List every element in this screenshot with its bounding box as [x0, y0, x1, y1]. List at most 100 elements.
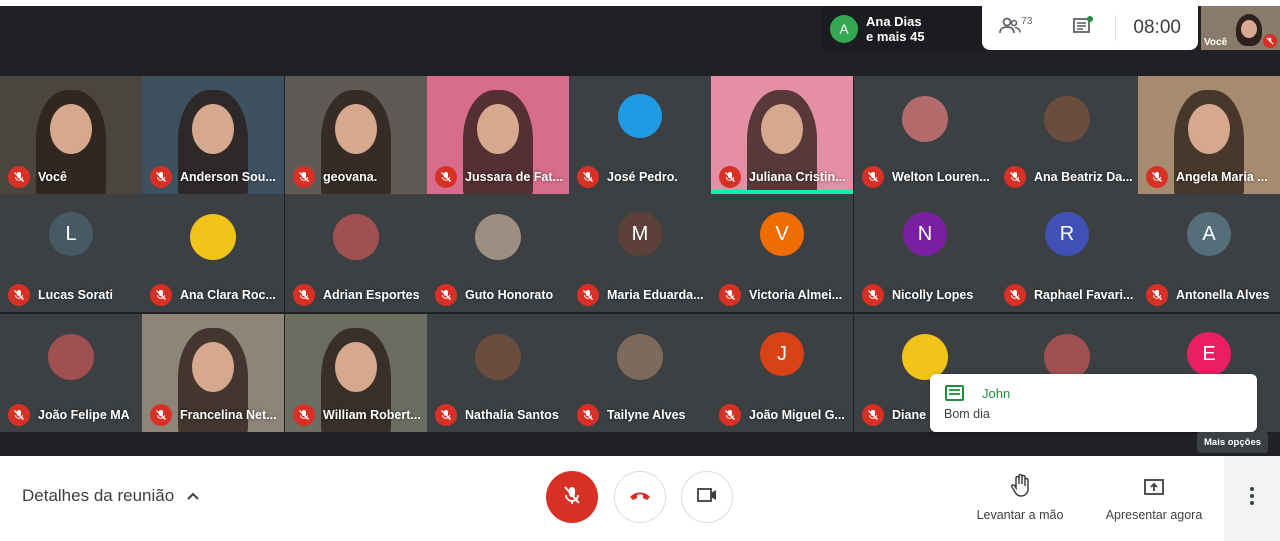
mic-off-icon — [150, 404, 172, 426]
clock: 08:00 — [1133, 17, 1181, 38]
participant-tile[interactable]: Ana Beatriz Da... — [996, 76, 1138, 194]
meeting-details-button[interactable]: Detalhes da reunião — [22, 486, 200, 506]
participant-video-face — [335, 342, 377, 392]
participant-tile[interactable]: Angela Maria ... — [1138, 76, 1280, 194]
participant-photo — [902, 96, 948, 142]
self-preview-face — [1241, 20, 1257, 38]
bottom-bar: Detalhes da reunião Levantar a mão Apres… — [0, 456, 1280, 541]
participant-name: Victoria Almei... — [749, 288, 843, 302]
participant-tile[interactable]: Juliana Cristin... — [711, 76, 853, 194]
participant-photo — [1044, 96, 1090, 142]
participant-tile[interactable]: N Nicolly Lopes — [854, 194, 996, 312]
raise-hand-label: Levantar a mão — [976, 508, 1064, 522]
participant-avatar: N — [903, 212, 947, 256]
participant-name: William Robert... — [323, 408, 421, 422]
participant-name-label: João Miguel G... — [719, 404, 845, 426]
mic-off-icon — [435, 404, 457, 426]
self-preview-tile[interactable]: Você — [1201, 6, 1280, 50]
participant-photo — [475, 214, 521, 260]
participants-button[interactable]: 73 — [982, 6, 1050, 50]
participant-name-label: Victoria Almei... — [719, 284, 842, 306]
participant-name-label: Angela Maria ... — [1146, 166, 1268, 188]
participant-name: Tailyne Alves — [607, 408, 686, 422]
participant-name: Maria Eduarda... — [607, 288, 704, 302]
leave-call-button[interactable] — [614, 471, 666, 523]
participant-tile[interactable]: João Felipe MA — [0, 314, 142, 432]
mic-off-icon — [8, 166, 30, 188]
participant-name-label: William Robert... — [293, 404, 421, 426]
participant-name: Adrian Esportes — [323, 288, 420, 302]
chat-notification[interactable]: John Bom dia — [930, 374, 1257, 432]
participant-photo — [333, 214, 379, 260]
participant-name-label: José Pedro. — [577, 166, 678, 188]
present-now-button[interactable]: Apresentar agora — [1100, 474, 1208, 522]
participant-tile[interactable]: J João Miguel G... — [711, 314, 853, 432]
participant-tile[interactable]: Nathalia Santos — [427, 314, 569, 432]
participant-tile[interactable]: Guto Honorato — [427, 194, 569, 312]
participant-name: Diane — [892, 408, 927, 422]
mic-off-icon — [293, 284, 315, 306]
camera-toggle-button[interactable] — [681, 471, 733, 523]
phone-hangup-icon — [628, 488, 652, 506]
participant-name: Welton Louren... — [892, 170, 990, 184]
participant-tile[interactable]: Adrian Esportes — [285, 194, 427, 312]
more-options-button[interactable] — [1224, 456, 1280, 541]
participant-name-label: Ana Clara Roc... — [150, 284, 276, 306]
participant-name: Lucas Sorati — [38, 288, 114, 302]
participant-tile[interactable]: Tailyne Alves — [569, 314, 711, 432]
presence-indicator[interactable]: A Ana Dias e mais 45 — [822, 6, 982, 52]
participant-name: Juliana Cristin... — [749, 170, 846, 184]
mic-off-icon — [8, 284, 30, 306]
hand-icon — [970, 474, 1070, 500]
participant-tile[interactable]: Welton Louren... — [854, 76, 996, 194]
participant-name: José Pedro. — [607, 170, 678, 184]
participant-tile[interactable]: Ana Clara Roc... — [142, 194, 284, 312]
present-now-label: Apresentar agora — [1105, 508, 1203, 522]
participant-tile[interactable]: Você — [0, 76, 142, 194]
presence-name: Ana Dias — [866, 14, 922, 29]
participant-avatar: J — [760, 332, 804, 376]
chat-message: Bom dia — [944, 407, 990, 421]
participant-name: Guto Honorato — [465, 288, 554, 302]
participant-video-face — [50, 104, 92, 154]
mic-off-icon — [719, 284, 741, 306]
chevron-up-icon — [186, 486, 200, 506]
participant-video-face — [1188, 104, 1230, 154]
participant-video-face — [192, 104, 234, 154]
participant-video-face — [192, 342, 234, 392]
mic-off-icon — [293, 166, 315, 188]
participant-name-label: Jussara de Fat... — [435, 166, 563, 188]
mic-off-icon — [435, 284, 457, 306]
participant-avatar — [618, 94, 662, 138]
participant-name-label: Nathalia Santos — [435, 404, 559, 426]
mic-off-icon — [862, 166, 884, 188]
participant-tile[interactable]: M Maria Eduarda... — [569, 194, 711, 312]
chat-sender: John — [982, 386, 1011, 401]
participant-tile[interactable]: William Robert... — [285, 314, 427, 432]
participant-name-label: Tailyne Alves — [577, 404, 686, 426]
participant-tile[interactable]: Anderson Sou... — [142, 76, 284, 194]
more-vert-icon — [1249, 486, 1255, 511]
participant-tile[interactable]: José Pedro. — [569, 76, 711, 194]
participant-tile[interactable]: geovana. — [285, 76, 427, 194]
mic-toggle-button[interactable] — [546, 471, 598, 523]
participant-name-label: Guto Honorato — [435, 284, 553, 306]
participant-avatar: E — [1187, 332, 1231, 376]
mic-off-icon — [577, 166, 599, 188]
chat-button[interactable] — [1050, 6, 1116, 50]
raise-hand-button[interactable]: Levantar a mão — [970, 474, 1070, 522]
participant-tile[interactable]: L Lucas Sorati — [0, 194, 142, 312]
participant-tile[interactable]: V Victoria Almei... — [711, 194, 853, 312]
participant-tile[interactable]: A Antonella Alves — [1138, 194, 1280, 312]
participant-name-label: Ana Beatriz Da... — [1004, 166, 1133, 188]
mic-off-icon — [1263, 34, 1277, 48]
participant-tile[interactable]: Jussara de Fat... — [427, 76, 569, 194]
mic-off-icon — [862, 284, 884, 306]
participant-video-face — [335, 104, 377, 154]
participant-avatar: R — [1045, 212, 1089, 256]
presence-more: e mais 45 — [866, 29, 925, 44]
participant-tile[interactable]: Francelina Net... — [142, 314, 284, 432]
participant-name-label: Você — [8, 166, 67, 188]
mic-off-icon — [577, 404, 599, 426]
participant-tile[interactable]: R Raphael Favari... — [996, 194, 1138, 312]
